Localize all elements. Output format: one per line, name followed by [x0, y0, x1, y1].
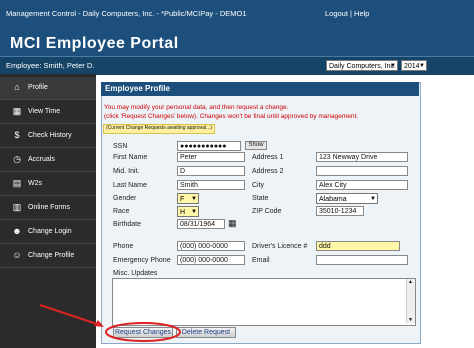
annotation-overlay	[39, 304, 181, 342]
annotation-circle	[105, 322, 181, 342]
annotation-arrow	[39, 304, 101, 326]
